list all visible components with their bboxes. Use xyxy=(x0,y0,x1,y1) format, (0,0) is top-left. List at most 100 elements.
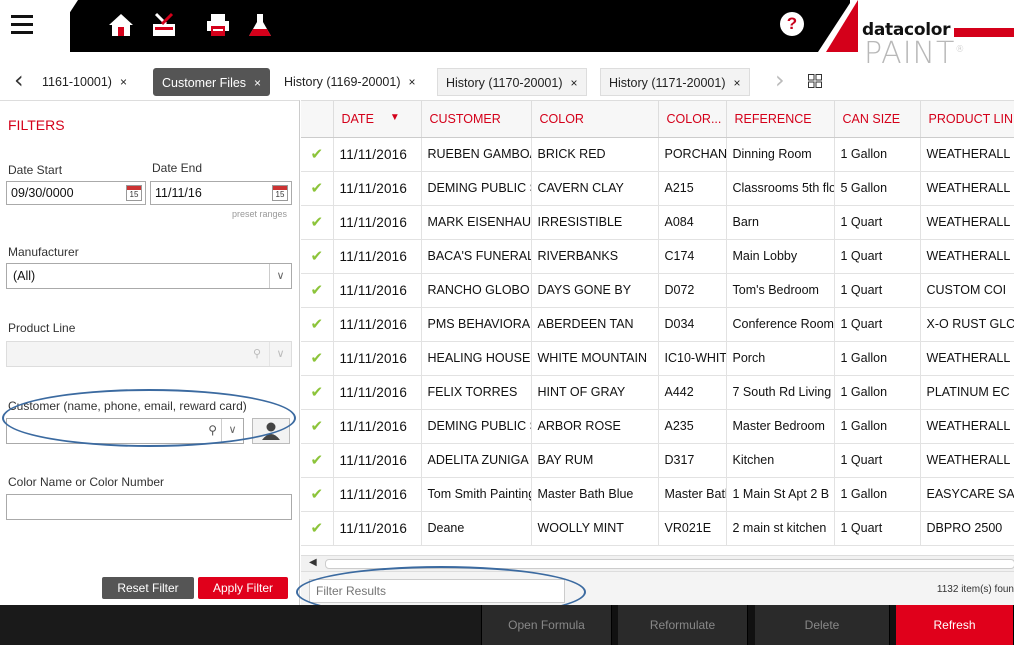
filter-results-input[interactable] xyxy=(309,579,565,603)
color-input[interactable] xyxy=(6,494,292,520)
grid-view-icon[interactable] xyxy=(808,74,822,88)
customer-cell: DEMING PUBLIC SC xyxy=(421,409,532,444)
status-check-icon: ✔ xyxy=(301,511,334,546)
color-cell: DAYS GONE BY xyxy=(531,273,659,308)
reference-cell: 2 main st kitchen xyxy=(726,511,835,546)
date-cell: 11/11/2016 xyxy=(333,273,422,308)
reference-cell: Conference Room xyxy=(726,307,835,342)
manufacturer-select[interactable]: (All) ∨ xyxy=(6,263,292,289)
refresh-button[interactable]: Refresh xyxy=(896,605,1014,645)
tools-icon[interactable] xyxy=(151,12,177,38)
date-end-field[interactable]: 11/11/16 15 xyxy=(150,181,292,205)
table-row[interactable]: ✔ 11/11/2016 RANCHO GLOBO DAYS GONE BY D072 T… xyxy=(301,273,1014,308)
column-header-color-number[interactable]: COLOR... xyxy=(658,101,727,138)
color-number-cell: PORCHANI xyxy=(658,137,727,172)
delete-button[interactable]: Delete xyxy=(755,605,890,645)
calendar-icon[interactable]: 15 xyxy=(272,185,288,201)
calendar-icon[interactable]: 15 xyxy=(126,185,142,201)
customer-cell: Tom Smith Painting xyxy=(421,477,532,512)
product-line-cell: WEATHERALL xyxy=(920,341,1014,376)
column-header-product-line[interactable]: PRODUCT LIN xyxy=(920,101,1014,138)
flask-icon[interactable] xyxy=(247,12,273,38)
close-icon[interactable]: × xyxy=(571,76,578,90)
sort-desc-icon[interactable]: ▼ xyxy=(390,112,400,123)
product-line-cell: WEATHERALL xyxy=(920,409,1014,444)
table-row[interactable]: ✔ 11/11/2016 RUEBEN GAMBOA BRICK RED PORCHAN… xyxy=(301,137,1014,172)
can-size-cell: 5 Gallon xyxy=(834,171,921,206)
close-icon[interactable]: × xyxy=(254,76,261,90)
column-header-date[interactable]: DATE ▼ xyxy=(333,101,422,138)
customer-input[interactable]: ⚲ ∨ xyxy=(6,418,244,444)
table-row[interactable]: ✔11/11/2016MARK EISENHAUEIIRRESISTIBLEA0… xyxy=(301,205,1014,240)
table-row[interactable]: ✔ 11/11/2016 Deane WOOLLY MINT VR021E 2 main … xyxy=(301,511,1014,546)
chevron-down-icon[interactable]: ∨ xyxy=(221,419,243,443)
reformulate-button[interactable]: Reformulate xyxy=(618,605,748,645)
hamburger-menu-icon[interactable] xyxy=(11,15,33,34)
color-cell: WHITE MOUNTAIN xyxy=(531,341,659,376)
customer-cell: BACA'S FUNERAL ( xyxy=(421,239,532,274)
results-table: DATE ▼ CUSTOMER COLOR COLOR... REFERENCE … xyxy=(301,101,1014,546)
tab-history-1161[interactable]: 1161-10001) × xyxy=(34,68,135,96)
chevron-left-icon[interactable]: ‹ xyxy=(14,66,24,94)
scrollbar-thumb[interactable] xyxy=(325,559,1014,569)
chevron-right-icon[interactable]: › xyxy=(775,66,785,94)
table-row[interactable]: ✔11/11/2016DEMING PUBLIC SCARBOR ROSEA23… xyxy=(301,409,1014,444)
date-cell: 11/11/2016 xyxy=(333,375,422,410)
printer-icon[interactable] xyxy=(205,12,231,38)
table-row[interactable]: ✔ 11/11/2016 BACA'S FUNERAL (RIVERBANKS C17… xyxy=(301,239,1014,274)
preset-ranges-link[interactable]: preset ranges xyxy=(232,209,287,219)
customer-cell: MARK EISENHAUEI xyxy=(421,205,532,240)
apply-filter-button[interactable]: Apply Filter xyxy=(198,577,288,599)
color-number-cell: VR021E xyxy=(658,511,727,546)
column-header-can-size[interactable]: CAN SIZE xyxy=(834,101,921,138)
close-icon[interactable]: × xyxy=(409,75,416,89)
customer-label: Customer (name, phone, email, reward car… xyxy=(8,399,247,413)
table-row[interactable]: ✔11/11/2016PMS BEHAVIORAL IABERDEEN TAND… xyxy=(301,307,1014,342)
product-line-select[interactable]: ⚲ ∨ xyxy=(6,341,292,367)
color-cell: IRRESISTIBLE xyxy=(531,205,659,240)
date-cell: 11/11/2016 xyxy=(333,511,422,546)
product-line-cell: WEATHERALL xyxy=(920,205,1014,240)
scroll-left-icon[interactable]: ◀ xyxy=(309,557,317,568)
tab-history-1171[interactable]: History (1171-20001) × xyxy=(600,68,750,96)
column-header-customer[interactable]: CUSTOMER xyxy=(421,101,532,138)
table-row[interactable]: ✔ 11/11/2016 ADELITA ZUNIGA BAY RUM D317 Kitc… xyxy=(301,443,1014,478)
table-row[interactable]: ✔ 11/11/2016 Tom Smith Painting Master Bath… xyxy=(301,477,1014,512)
table-row[interactable]: ✔ 11/11/2016 HEALING HOUSE WHITE MOUNTAIN IC… xyxy=(301,341,1014,376)
date-cell: 11/11/2016 xyxy=(333,307,422,342)
customer-lookup-icon[interactable] xyxy=(252,418,290,444)
can-size-cell: 1 Quart xyxy=(834,511,921,546)
filter-results-bar: 1132 item(s) foun xyxy=(301,571,1014,605)
tab-customer-files[interactable]: Customer Files × xyxy=(153,68,271,96)
date-start-field[interactable]: 09/30/0000 15 xyxy=(6,181,146,205)
manufacturer-label: Manufacturer xyxy=(8,245,79,259)
help-button[interactable]: ? xyxy=(780,12,804,36)
customer-cell: DEMING PUBLIC SC xyxy=(421,171,532,206)
tab-history-1170[interactable]: History (1170-20001) × xyxy=(437,68,587,96)
date-cell: 11/11/2016 xyxy=(333,137,422,172)
close-icon[interactable]: × xyxy=(120,75,127,89)
date-cell: 11/11/2016 xyxy=(333,171,422,206)
tab-history-1169[interactable]: History (1169-20001) × xyxy=(276,68,424,96)
can-size-cell: 1 Gallon xyxy=(834,477,921,512)
date-cell: 11/11/2016 xyxy=(333,341,422,376)
table-row[interactable]: ✔ 11/11/2016 FELIX TORRES HINT OF GRAY A442 7… xyxy=(301,375,1014,410)
open-formula-button[interactable]: Open Formula xyxy=(482,605,612,645)
horizontal-scrollbar[interactable]: ◀ xyxy=(301,555,1014,571)
date-cell: 11/11/2016 xyxy=(333,239,422,274)
column-header-color[interactable]: COLOR xyxy=(531,101,659,138)
home-icon[interactable] xyxy=(108,12,134,38)
reset-filter-button[interactable]: Reset Filter xyxy=(102,577,194,599)
status-check-icon: ✔ xyxy=(301,239,334,274)
date-end-label: Date End xyxy=(152,161,203,175)
can-size-cell: 1 Quart xyxy=(834,443,921,478)
reference-cell: Master Bedroom xyxy=(726,409,835,444)
column-header-reference[interactable]: REFERENCE xyxy=(726,101,835,138)
chevron-down-icon[interactable]: ∨ xyxy=(269,264,291,288)
date-cell: 11/11/2016 xyxy=(333,409,422,444)
status-check-icon: ✔ xyxy=(301,137,334,172)
close-icon[interactable]: × xyxy=(734,76,741,90)
table-row[interactable]: ✔11/11/2016DEMING PUBLIC SCCAVERN CLAYA2… xyxy=(301,171,1014,206)
search-icon[interactable]: ⚲ xyxy=(208,419,217,441)
can-size-cell: 1 Quart xyxy=(834,273,921,308)
